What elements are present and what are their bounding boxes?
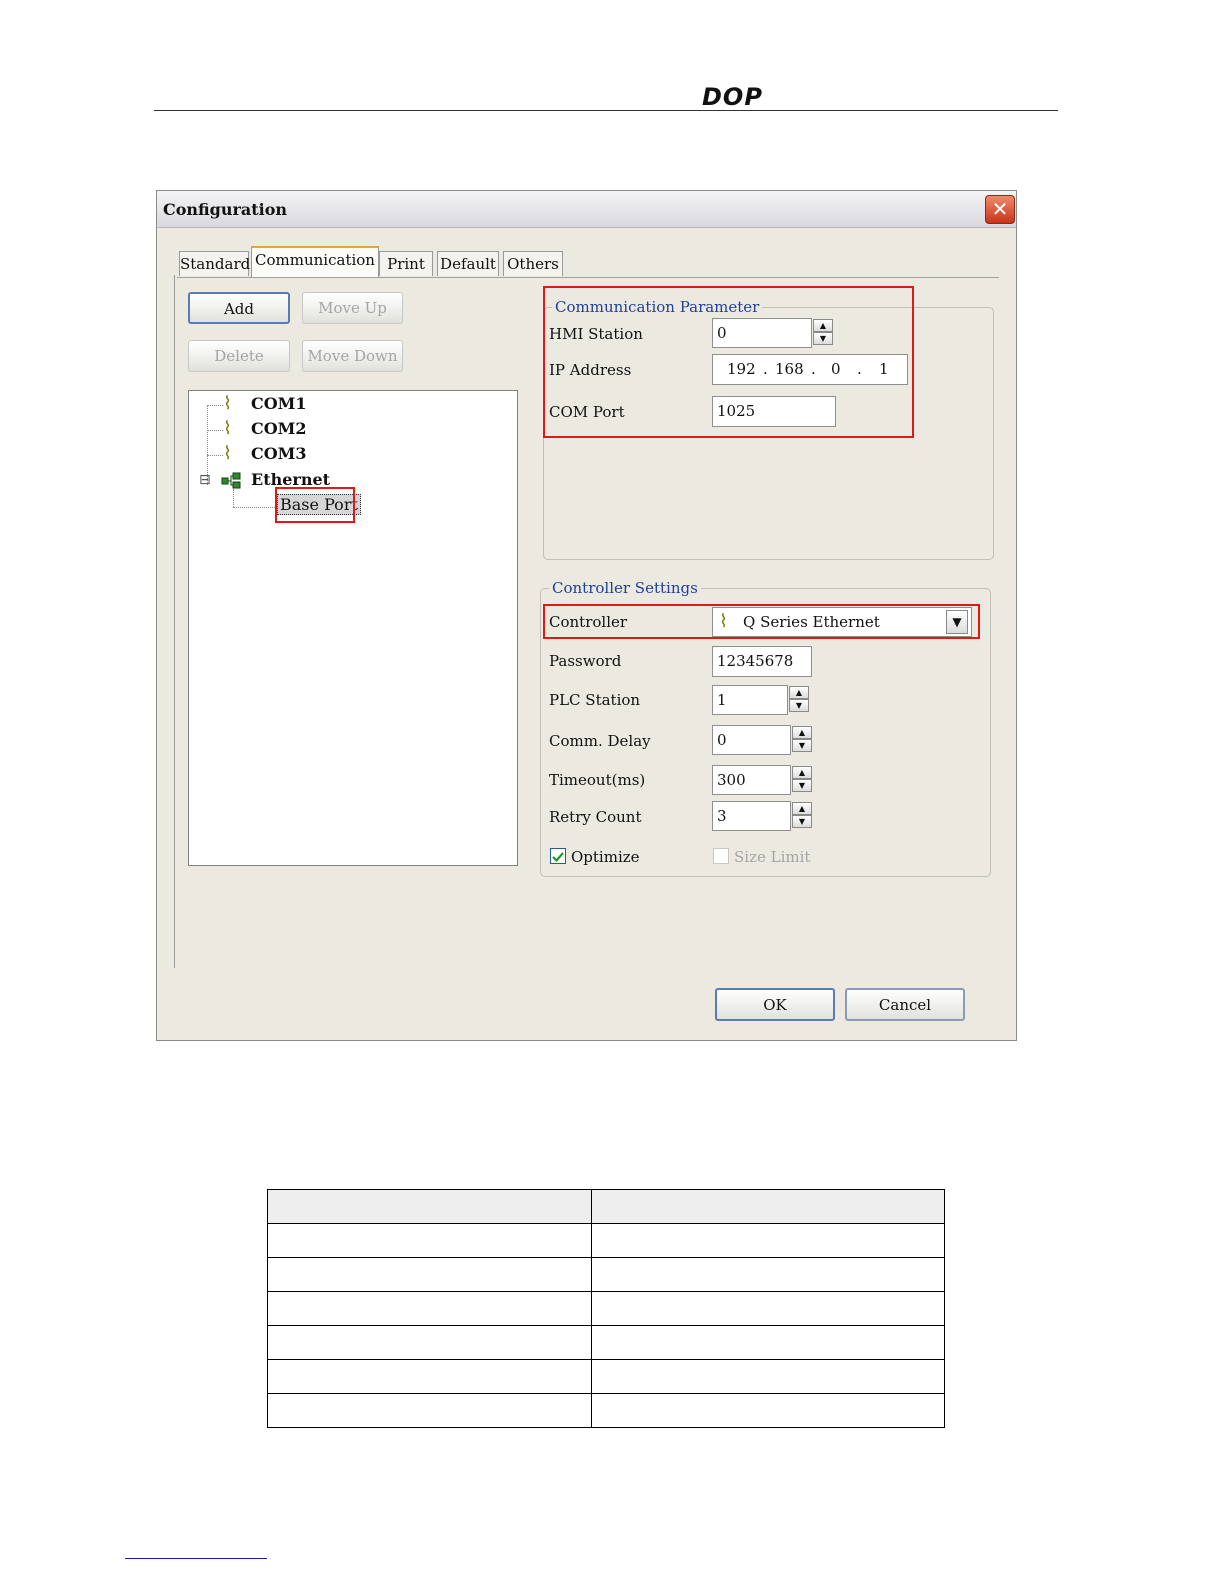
brand-logo: DOP	[702, 83, 763, 111]
cancel-button[interactable]: Cancel	[845, 988, 965, 1021]
table-cell	[267, 1257, 592, 1292]
spin-up-icon[interactable]: ▲	[792, 802, 812, 815]
optimize-checkbox[interactable]	[550, 848, 566, 864]
port-tree[interactable]: ⌇ COM1 ⌇ COM2 ⌇ COM3 ⊟ Ethernet Base Por…	[188, 390, 518, 866]
collapse-icon[interactable]: ⊟	[199, 472, 211, 488]
delete-button[interactable]: Delete	[188, 340, 290, 372]
tab-default[interactable]: Default	[437, 251, 499, 276]
timeout-label: Timeout(ms)	[549, 771, 646, 789]
comm-delay-label: Comm. Delay	[549, 732, 651, 750]
timeout-field[interactable]: 300	[712, 765, 791, 795]
retry-count-field[interactable]: 3	[712, 801, 791, 831]
spin-up-icon[interactable]: ▲	[792, 726, 812, 739]
table-row	[267, 1393, 945, 1428]
move-up-button[interactable]: Move Up	[302, 292, 403, 324]
dialog-title: Configuration	[163, 200, 288, 219]
size-limit-label[interactable]: Size Limit	[734, 848, 810, 866]
table-cell	[591, 1325, 945, 1360]
tree-guide-line	[207, 430, 223, 431]
network-icon	[221, 472, 243, 489]
parameter-table	[267, 1189, 945, 1428]
password-field[interactable]: 12345678	[712, 646, 812, 677]
highlight-box	[543, 286, 914, 438]
configuration-dialog: Configuration ✕ Standard Communication P…	[156, 190, 1017, 1041]
table-cell	[267, 1223, 592, 1258]
optimize-label[interactable]: Optimize	[571, 848, 640, 866]
tree-guide-line	[233, 507, 275, 508]
spin-down-icon[interactable]: ▼	[789, 699, 809, 712]
check-icon	[552, 852, 564, 863]
password-label: Password	[549, 652, 622, 670]
table-cell	[591, 1359, 945, 1394]
spin-up-icon[interactable]: ▲	[792, 766, 812, 779]
table-row	[267, 1291, 945, 1326]
table-cell	[591, 1257, 945, 1292]
plc-station-spinner[interactable]: ▲ ▼	[789, 686, 809, 714]
table-row	[267, 1359, 945, 1394]
tree-guide-line	[207, 405, 223, 406]
retry-count-spinner[interactable]: ▲ ▼	[792, 802, 812, 830]
tree-guide-line	[233, 489, 234, 507]
table-cell	[267, 1189, 592, 1224]
ok-button[interactable]: OK	[715, 988, 835, 1021]
plug-icon: ⌇	[223, 393, 232, 414]
tab-strip-border	[177, 277, 999, 278]
table-cell	[267, 1393, 592, 1428]
tab-others[interactable]: Others	[503, 251, 563, 276]
tab-print[interactable]: Print	[379, 251, 433, 276]
tab-standard[interactable]: Standard	[179, 251, 250, 276]
spin-up-icon[interactable]: ▲	[789, 686, 809, 699]
close-button[interactable]: ✕	[985, 195, 1015, 224]
table-cell	[591, 1189, 945, 1224]
table-row	[267, 1325, 945, 1360]
spin-down-icon[interactable]: ▼	[792, 779, 812, 792]
tree-item-com2[interactable]: COM2	[251, 419, 307, 438]
plug-icon: ⌇	[223, 418, 232, 439]
spin-down-icon[interactable]: ▼	[792, 815, 812, 828]
add-button[interactable]: Add	[188, 292, 290, 324]
table-row	[267, 1257, 945, 1292]
table-row	[267, 1223, 945, 1258]
tree-item-com3[interactable]: COM3	[251, 444, 307, 463]
panel-border	[174, 275, 175, 968]
tree-item-com1[interactable]: COM1	[251, 394, 307, 413]
plc-station-field[interactable]: 1	[712, 685, 788, 715]
table-cell	[267, 1325, 592, 1360]
plc-station-label: PLC Station	[549, 691, 641, 709]
table-header-row	[267, 1189, 945, 1224]
header-rule	[154, 110, 1058, 111]
table-cell	[591, 1291, 945, 1326]
highlight-box	[275, 487, 355, 523]
close-icon: ✕	[991, 197, 1009, 221]
table-cell	[591, 1223, 945, 1258]
size-limit-checkbox[interactable]	[713, 848, 729, 864]
table-cell	[267, 1359, 592, 1394]
controller-settings-legend: Controller Settings	[549, 579, 701, 597]
move-down-button[interactable]: Move Down	[302, 340, 403, 372]
tree-guide-line	[207, 455, 223, 456]
footer-rule	[125, 1558, 267, 1559]
plug-icon: ⌇	[223, 443, 232, 464]
comm-delay-field[interactable]: 0	[712, 725, 791, 755]
table-cell	[267, 1291, 592, 1326]
table-cell	[591, 1393, 945, 1428]
retry-count-label: Retry Count	[549, 808, 642, 826]
timeout-spinner[interactable]: ▲ ▼	[792, 766, 812, 794]
highlight-box	[543, 604, 980, 639]
tab-communication[interactable]: Communication	[251, 246, 379, 278]
spin-down-icon[interactable]: ▼	[792, 739, 812, 752]
comm-delay-spinner[interactable]: ▲ ▼	[792, 726, 812, 754]
title-bar[interactable]: Configuration ✕	[157, 191, 1016, 228]
